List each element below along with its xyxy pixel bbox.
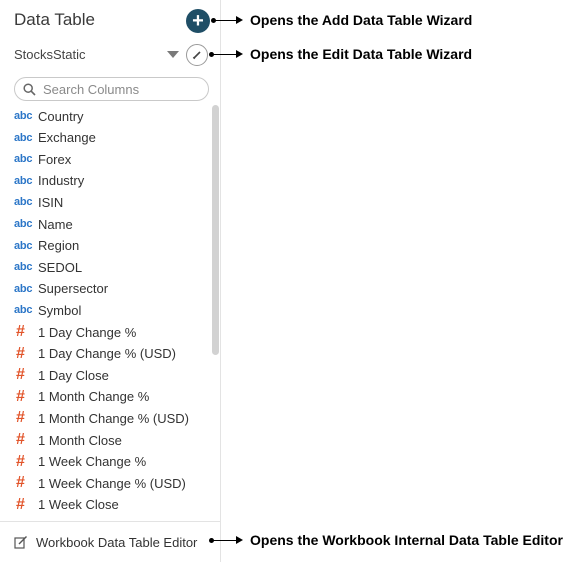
column-item[interactable]: abc Exchange — [0, 128, 205, 148]
column-item[interactable]: abc Forex — [0, 149, 205, 169]
callout-workbook: Opens the Workbook Internal Data Table E… — [209, 532, 563, 548]
search-icon — [23, 82, 36, 96]
column-label: Symbol — [38, 302, 82, 318]
add-data-table-button[interactable]: + — [186, 9, 210, 33]
workbook-data-table-editor-link[interactable]: Workbook Data Table Editor — [14, 532, 197, 552]
column-item[interactable]: abc SEDOL — [0, 257, 205, 277]
column-item[interactable]: #1 Day Change % — [0, 322, 205, 342]
text-type-icon: abc — [14, 261, 33, 274]
column-item[interactable]: abc Industry — [0, 171, 205, 191]
text-type-icon: abc — [14, 153, 33, 166]
numeric-type-icon: # — [16, 344, 25, 362]
column-item[interactable]: abc Region — [0, 236, 205, 256]
numeric-type-icon: # — [16, 387, 25, 405]
text-type-icon: abc — [14, 196, 33, 209]
numeric-type-icon: # — [16, 474, 25, 492]
column-item[interactable]: #1 Week Close — [0, 495, 205, 515]
column-item[interactable]: abc Supersector — [0, 279, 205, 299]
text-type-icon: abc — [14, 110, 33, 122]
column-label: 1 Month Close — [38, 432, 122, 448]
text-type-icon: abc — [14, 174, 33, 187]
column-label: 1 Month Change % — [38, 389, 150, 405]
scrollbar[interactable] — [212, 105, 219, 355]
workbook-editor-label: Workbook Data Table Editor — [36, 534, 198, 550]
callout-edit-text: Opens the Edit Data Table Wizard — [250, 46, 473, 62]
column-item[interactable]: abc Symbol — [0, 300, 205, 320]
column-label: 1 Day Close — [38, 367, 109, 383]
edit-data-table-button[interactable] — [186, 44, 208, 66]
column-label: Supersector — [38, 281, 109, 297]
column-label: 1 Month Change % (USD) — [38, 410, 190, 426]
column-label: Region — [38, 238, 80, 254]
callout-line — [212, 539, 236, 541]
panel-footer: Workbook Data Table Editor — [0, 521, 220, 562]
text-type-icon: abc — [14, 218, 33, 230]
numeric-type-icon: # — [16, 409, 25, 427]
panel-title: Data Table — [14, 10, 95, 29]
text-type-icon: abc — [14, 304, 33, 317]
numeric-type-icon: # — [16, 495, 25, 513]
column-item[interactable]: abc ISIN — [0, 192, 205, 212]
column-label: Name — [38, 216, 73, 232]
callout-edit: Opens the Edit Data Table Wizard — [209, 46, 472, 62]
arrow-right-icon — [236, 50, 243, 58]
callout-workbook-text: Opens the Workbook Internal Data Table E… — [250, 532, 563, 548]
plus-icon: + — [192, 10, 204, 32]
search-input[interactable] — [43, 81, 193, 97]
numeric-type-icon: # — [16, 431, 25, 448]
column-label: 1 Week Change % — [38, 454, 147, 470]
column-item[interactable]: abc Country — [0, 106, 205, 126]
numeric-type-icon: # — [16, 452, 25, 470]
callout-add-text: Opens the Add Data Table Wizard — [250, 12, 473, 28]
column-label: 1 Week Change % (USD) — [38, 475, 186, 491]
column-label: 1 Day Change % (USD) — [38, 346, 176, 362]
arrow-right-icon — [236, 536, 243, 544]
arrow-right-icon — [236, 16, 243, 24]
text-type-icon: abc — [14, 239, 33, 252]
column-label: ISIN — [38, 194, 64, 210]
column-label: Industry — [38, 173, 85, 189]
callout-line — [214, 19, 236, 21]
column-item[interactable]: #1 Week Change % (USD) — [0, 473, 205, 493]
search-columns-field — [14, 77, 209, 101]
text-type-icon: abc — [14, 282, 33, 295]
column-item[interactable]: #1 Week Change % — [0, 452, 205, 472]
numeric-type-icon: # — [16, 366, 25, 384]
column-label: Exchange — [38, 130, 96, 146]
column-label: 1 Week Close — [38, 497, 119, 513]
column-item[interactable]: #1 Month Change % — [0, 387, 205, 407]
callout-add: Opens the Add Data Table Wizard — [211, 12, 472, 28]
data-table-name[interactable]: StocksStatic — [14, 47, 86, 62]
pencil-icon — [192, 51, 201, 60]
column-label: Forex — [38, 151, 72, 167]
chevron-down-icon[interactable] — [167, 51, 179, 58]
column-label: Country — [38, 108, 84, 124]
data-table-panel: Data Table + StocksStatic abc Country abc E… — [0, 0, 221, 562]
edit-box-icon — [14, 536, 27, 549]
text-type-icon: abc — [14, 131, 33, 144]
callout-line — [212, 53, 236, 55]
column-item[interactable]: abc Name — [0, 214, 205, 234]
column-item[interactable]: #1 Month Change % (USD) — [0, 408, 205, 428]
column-label: 1 Day Change % — [38, 324, 137, 340]
column-item[interactable]: #1 Day Change % (USD) — [0, 344, 205, 364]
numeric-type-icon: # — [16, 323, 25, 340]
column-item[interactable]: #1 Day Close — [0, 365, 205, 385]
column-label: SEDOL — [38, 259, 83, 275]
column-item[interactable]: #1 Month Close — [0, 430, 205, 450]
